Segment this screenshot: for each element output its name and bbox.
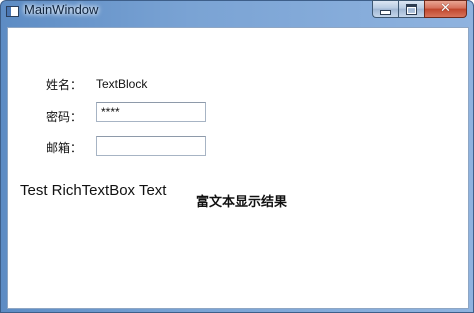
maximize-button[interactable] xyxy=(398,0,424,18)
name-label: 姓名： xyxy=(46,78,83,92)
title-bar[interactable]: MainWindow ✕ xyxy=(1,0,473,27)
maximize-icon xyxy=(406,3,417,15)
email-label: 邮箱： xyxy=(46,141,83,155)
email-field[interactable] xyxy=(96,136,206,156)
password-field[interactable]: **** xyxy=(96,102,206,122)
richtext-result-label: 富文本显示结果 xyxy=(196,195,288,210)
close-button[interactable]: ✕ xyxy=(424,0,467,18)
password-label: 密码： xyxy=(46,110,83,124)
close-icon: ✕ xyxy=(440,1,451,16)
richtextbox-text[interactable]: Test RichTextBox Text xyxy=(20,182,166,199)
window-content: 姓名： TextBlock 密码： **** 邮箱： Test RichText… xyxy=(7,27,469,309)
window-title: MainWindow xyxy=(24,2,99,17)
minimize-icon xyxy=(380,10,391,15)
name-textblock: TextBlock xyxy=(96,77,148,91)
caption-buttons: ✕ xyxy=(372,0,467,18)
minimize-button[interactable] xyxy=(372,0,398,18)
app-window-icon[interactable] xyxy=(6,6,19,17)
main-window: MainWindow ✕ 姓名： TextBlock 密码： **** 邮箱： … xyxy=(0,0,474,313)
